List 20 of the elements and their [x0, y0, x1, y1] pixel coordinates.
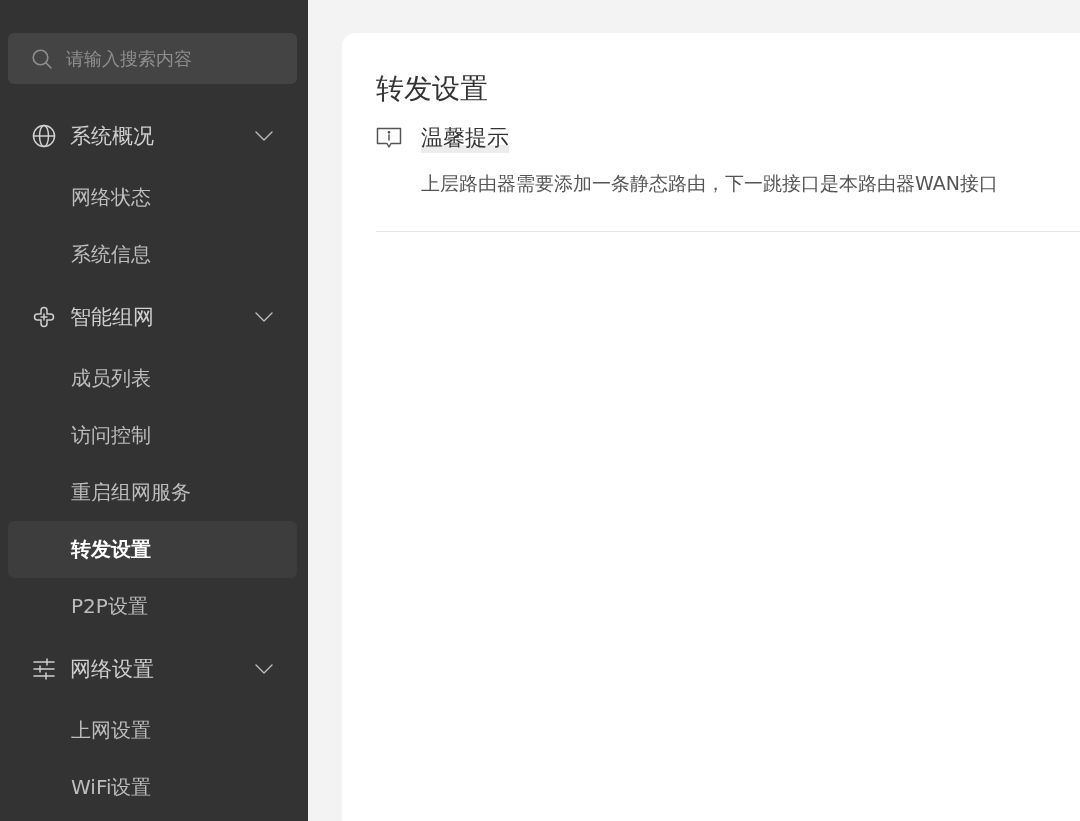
sidebar-item[interactable]: 转发设置	[8, 521, 297, 578]
search-icon	[32, 48, 52, 69]
sidebar-item[interactable]: 重启组网服务	[8, 464, 297, 521]
sidebar-item[interactable]: WiFi设置	[8, 759, 297, 816]
plus-outline-icon	[32, 304, 56, 329]
sidebar-group-header[interactable]: 系统概况	[8, 102, 297, 169]
sidebar-item[interactable]: 成员列表	[8, 350, 297, 407]
info-message-icon	[376, 127, 402, 149]
search-field[interactable]: 请输入搜索内容	[8, 33, 297, 84]
sidebar-item[interactable]: 系统信息	[8, 226, 297, 283]
page-title: 转发设置	[376, 71, 488, 107]
globe-icon	[32, 123, 56, 148]
sidebar-group-header[interactable]: 网络设置	[8, 635, 297, 702]
sidebar-item[interactable]: 网络状态	[8, 169, 297, 226]
notice-text: 上层路由器需要添加一条静态路由，下一跳接口是本路由器WAN接口	[421, 171, 998, 196]
sidebar-group-header[interactable]: 智能组网	[8, 283, 297, 350]
sidebar-item[interactable]: P2P设置	[8, 578, 297, 635]
sliders-icon	[32, 656, 56, 681]
sidebar-item[interactable]: 上网设置	[8, 702, 297, 759]
sidebar-item[interactable]: 访问控制	[8, 407, 297, 464]
